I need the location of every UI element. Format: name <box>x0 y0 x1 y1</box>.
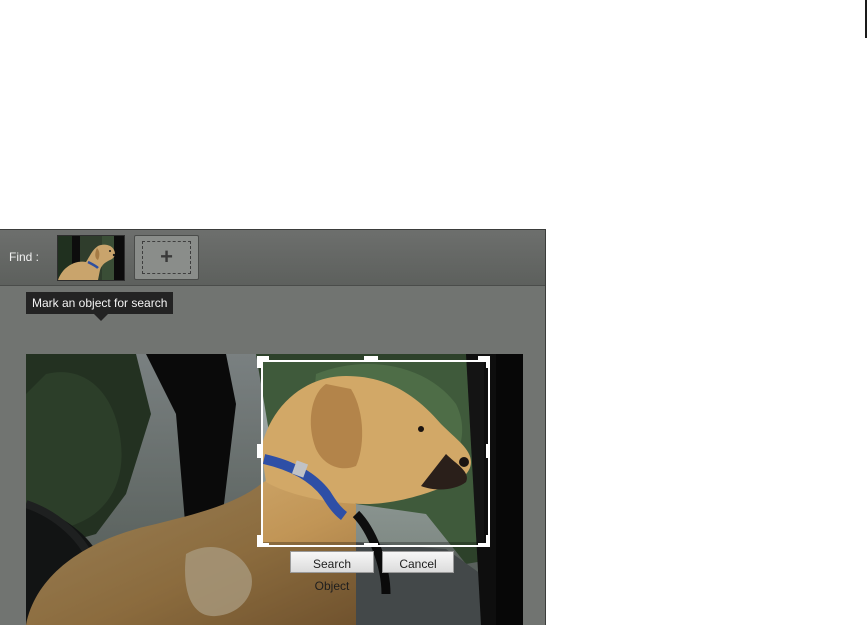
find-toolbar: Find : + <box>0 230 545 286</box>
add-search-object-button[interactable]: + <box>134 235 199 280</box>
plus-icon: + <box>160 244 173 269</box>
tooltip-arrow <box>94 314 108 321</box>
selection-handle-tl[interactable] <box>257 356 261 368</box>
selection-handle-left[interactable] <box>257 444 261 458</box>
selection-handle-right[interactable] <box>486 444 490 458</box>
find-panel: Find : + Mark an object for search Searc… <box>0 229 546 625</box>
search-object-button[interactable]: Search Object <box>290 551 374 593</box>
selection-handle-bl[interactable] <box>257 535 261 547</box>
search-thumbnail[interactable] <box>57 235 125 281</box>
selection-handle-bottom[interactable] <box>364 543 378 547</box>
selection-rectangle[interactable] <box>261 360 490 547</box>
selection-handle-top[interactable] <box>364 356 378 360</box>
cancel-button[interactable]: Cancel <box>382 551 454 573</box>
selection-handle-br[interactable] <box>486 535 490 547</box>
tooltip: Mark an object for search <box>26 292 174 314</box>
window-edge-line <box>865 0 867 38</box>
dog-thumbnail-icon <box>58 236 124 280</box>
find-label: Find : <box>9 250 40 264</box>
selection-handle-tr[interactable] <box>486 356 490 368</box>
